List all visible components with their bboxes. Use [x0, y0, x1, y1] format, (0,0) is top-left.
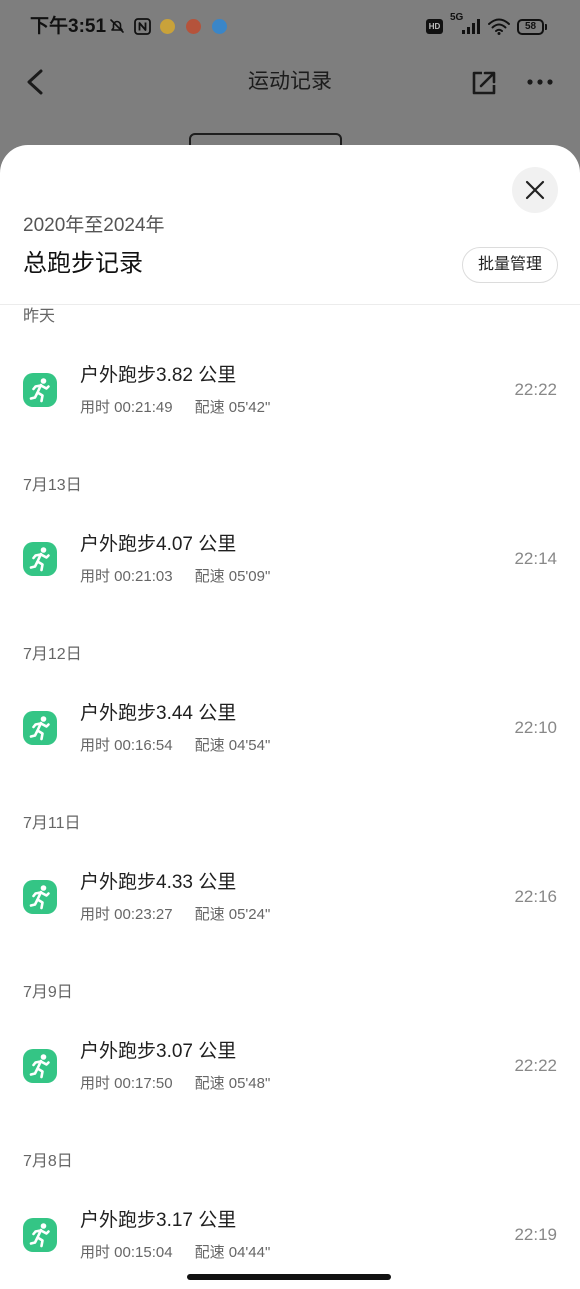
record-date-header: 7月12日 — [23, 646, 82, 663]
record-pace: 配速 05'24" — [194, 906, 271, 923]
running-icon — [23, 373, 57, 407]
record-pace: 配速 05'09" — [194, 568, 271, 585]
home-indicator[interactable] — [187, 1274, 391, 1280]
record-title: 户外跑步4.33 公里 — [80, 872, 237, 893]
records-list[interactable]: 昨天 户外跑步3.82 公里 用时 00:21:49 配速 05'42" 22:2… — [0, 305, 580, 1289]
close-button[interactable] — [512, 167, 558, 213]
record-end-time: 22:22 — [514, 380, 557, 399]
nfc-icon — [134, 18, 151, 35]
record-end-time: 22:10 — [514, 718, 557, 737]
battery-cap — [545, 24, 547, 30]
record-duration: 用时 00:16:54 — [80, 737, 173, 754]
running-icon — [23, 880, 57, 914]
hd-badge: HD — [426, 19, 443, 34]
record-group: 昨天 户外跑步3.82 公里 用时 00:21:49 配速 05'42" 22:2… — [0, 305, 580, 474]
record-pace: 配速 04'44" — [194, 1244, 271, 1261]
share-icon[interactable] — [471, 70, 497, 96]
record-title: 户外跑步3.07 公里 — [80, 1041, 237, 1062]
app-notification-icon — [186, 19, 201, 34]
record-group: 7月13日 户外跑步4.07 公里 用时 00:21:03 配速 05'09" 2… — [0, 474, 580, 643]
record-duration: 用时 00:23:27 — [80, 906, 173, 923]
app-notification-icon — [160, 19, 175, 34]
batch-manage-button[interactable]: 批量管理 — [462, 247, 558, 283]
record-group: 7月9日 户外跑步3.07 公里 用时 00:17:50 配速 05'48" 22… — [0, 981, 580, 1150]
record-end-time: 22:19 — [514, 1225, 557, 1244]
battery-icon: 58 — [517, 19, 544, 35]
date-range-label: 2020年至2024年 — [23, 215, 165, 236]
record-group: 7月12日 户外跑步3.44 公里 用时 00:16:54 配速 04'54" 2… — [0, 643, 580, 812]
sheet-title: 总跑步记录 — [23, 250, 143, 277]
record-end-time: 22:16 — [514, 887, 557, 906]
record-item[interactable]: 户外跑步3.82 公里 用时 00:21:49 配速 05'42" 22:22 — [0, 345, 580, 445]
record-date-header: 7月8日 — [23, 1153, 73, 1170]
record-item[interactable]: 户外跑步4.33 公里 用时 00:23:27 配速 05'24" 22:16 — [0, 852, 580, 952]
record-stats: 用时 00:21:03 配速 05'09" — [80, 566, 270, 588]
record-stats: 用时 00:21:49 配速 05'42" — [80, 397, 270, 419]
status-bar: 下午3:51 HD 5G 58 — [0, 0, 580, 55]
record-end-time: 22:14 — [514, 549, 557, 568]
record-group: 7月8日 户外跑步3.17 公里 用时 00:15:04 配速 04'44" 22… — [0, 1150, 580, 1289]
signal-icon — [462, 19, 480, 34]
record-group: 7月11日 户外跑步4.33 公里 用时 00:23:27 配速 05'24" 2… — [0, 812, 580, 981]
record-duration: 用时 00:17:50 — [80, 1075, 173, 1092]
record-duration: 用时 00:21:49 — [80, 399, 173, 416]
record-item[interactable]: 户外跑步4.07 公里 用时 00:21:03 配速 05'09" 22:14 — [0, 514, 580, 614]
app-notification-icon — [212, 19, 227, 34]
record-date-header: 7月13日 — [23, 477, 82, 494]
record-stats: 用时 00:17:50 配速 05'48" — [80, 1073, 270, 1095]
record-pace: 配速 05'42" — [194, 399, 271, 416]
close-icon — [525, 180, 545, 200]
record-stats: 用时 00:16:54 配速 04'54" — [80, 735, 270, 757]
record-date-header: 7月11日 — [23, 815, 81, 832]
record-item[interactable]: 户外跑步3.44 公里 用时 00:16:54 配速 04'54" 22:10 — [0, 683, 580, 783]
top-app-bar: 运动记录 — [0, 55, 580, 115]
status-time: 下午3:51 — [30, 16, 107, 37]
record-pace: 配速 04'54" — [194, 737, 271, 754]
more-icon[interactable] — [526, 77, 554, 87]
record-item[interactable]: 户外跑步3.07 公里 用时 00:17:50 配速 05'48" 22:22 — [0, 1021, 580, 1121]
record-title: 户外跑步3.44 公里 — [80, 703, 237, 724]
running-records-sheet: 2020年至2024年 总跑步记录 批量管理 昨天 户外跑步3.82 公里 用时… — [0, 145, 580, 1289]
running-icon — [23, 542, 57, 576]
running-icon — [23, 1049, 57, 1083]
record-date-header: 昨天 — [23, 308, 56, 325]
record-duration: 用时 00:15:04 — [80, 1244, 173, 1261]
record-title: 户外跑步3.82 公里 — [80, 365, 237, 386]
record-stats: 用时 00:15:04 配速 04'44" — [80, 1242, 270, 1264]
record-duration: 用时 00:21:03 — [80, 568, 173, 585]
running-icon — [23, 1218, 57, 1252]
record-title: 户外跑步4.07 公里 — [80, 534, 237, 555]
record-title: 户外跑步3.17 公里 — [80, 1210, 237, 1231]
wifi-icon — [488, 18, 510, 35]
do-not-disturb-icon — [110, 19, 124, 33]
record-stats: 用时 00:23:27 配速 05'24" — [80, 904, 270, 926]
record-pace: 配速 05'48" — [194, 1075, 271, 1092]
record-date-header: 7月9日 — [23, 984, 73, 1001]
record-end-time: 22:22 — [514, 1056, 557, 1075]
running-icon — [23, 711, 57, 745]
